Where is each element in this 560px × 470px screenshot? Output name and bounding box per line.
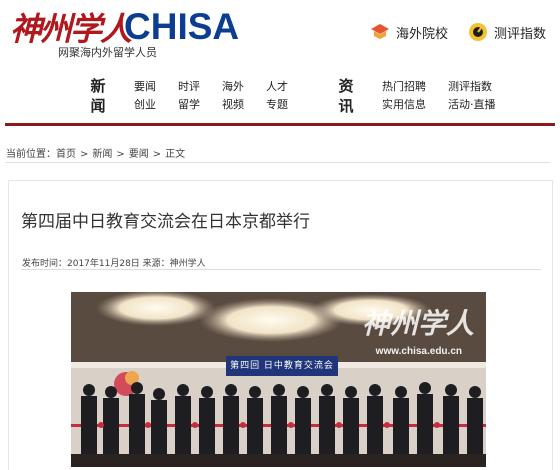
nav-item-headlines[interactable]: 要闻 bbox=[134, 78, 156, 94]
nav-group-title-info[interactable]: 资讯 bbox=[337, 76, 357, 116]
evaluation-index-icon bbox=[468, 23, 487, 41]
breadcrumb-prefix: 当前位置： bbox=[6, 149, 56, 160]
photo-watermark-url: www.chisa.edu.cn bbox=[375, 346, 462, 357]
article-photo[interactable]: 神州学人 www.chisa.edu.cn 第四回 日中教育交流会 bbox=[71, 292, 486, 467]
article-meta: 发布时间：2017年11月28日 来源：神州学人 bbox=[22, 259, 206, 269]
quick-links: 海外院校 测评指数 bbox=[370, 22, 546, 42]
overseas-school-icon bbox=[370, 24, 389, 39]
header-divider bbox=[5, 123, 555, 126]
article-title: 第四届中日教育交流会在日本京都举行 bbox=[21, 212, 310, 232]
quick-link-label: 海外院校 bbox=[395, 26, 448, 42]
nav-item-video[interactable]: 视频 bbox=[222, 96, 244, 112]
article-meta-divider bbox=[21, 269, 541, 270]
site-header: 神州学人 CHISA 网聚海内外留学人员 海外院校 测评指数 新闻 要闻 时评 … bbox=[0, 0, 560, 126]
nav-item-overseas[interactable]: 海外 bbox=[222, 78, 244, 94]
main-nav: 新闻 要闻 时评 海外 人才 创业 留学 视频 专题 资讯 热门招聘 测评指数 … bbox=[0, 76, 560, 118]
article-container: 第四届中日教育交流会在日本京都举行 发布时间：2017年11月28日 来源：神州… bbox=[8, 180, 553, 470]
breadcrumb-current: 正文 bbox=[165, 149, 186, 160]
site-tagline: 网聚海内外留学人员 bbox=[58, 46, 157, 59]
event-banner: 第四回 日中教育交流会 bbox=[226, 356, 338, 376]
site-logo-english[interactable]: CHISA bbox=[124, 6, 239, 48]
nav-item-events-live[interactable]: 活动·直播 bbox=[448, 96, 496, 112]
quick-link-evaluation-index[interactable]: 测评指数 bbox=[468, 22, 546, 42]
nav-group-title-news[interactable]: 新闻 bbox=[89, 76, 109, 116]
nav-item-practical-info[interactable]: 实用信息 bbox=[382, 96, 426, 112]
breadcrumb: 当前位置：首页 > 新闻 > 要闻 > 正文 bbox=[6, 145, 185, 160]
breadcrumb-separator: > bbox=[152, 149, 162, 160]
quick-link-overseas-schools[interactable]: 海外院校 bbox=[370, 22, 448, 42]
nav-item-special[interactable]: 专题 bbox=[266, 96, 288, 112]
breadcrumb-separator: > bbox=[80, 149, 89, 160]
breadcrumb-separator: > bbox=[116, 149, 125, 160]
breadcrumb-headlines[interactable]: 要闻 bbox=[129, 149, 149, 160]
breadcrumb-news[interactable]: 新闻 bbox=[92, 149, 112, 160]
nav-item-study-abroad[interactable]: 留学 bbox=[178, 96, 200, 112]
nav-item-commentary[interactable]: 时评 bbox=[178, 78, 200, 94]
nav-item-jobs[interactable]: 热门招聘 bbox=[382, 78, 426, 94]
quick-link-label: 测评指数 bbox=[493, 26, 546, 42]
breadcrumb-divider bbox=[5, 162, 550, 163]
photo-watermark-logo: 神州学人 bbox=[361, 307, 474, 340]
nav-item-talent[interactable]: 人才 bbox=[266, 78, 288, 94]
nav-item-evaluation[interactable]: 测评指数 bbox=[448, 78, 492, 94]
breadcrumb-home[interactable]: 首页 bbox=[56, 149, 76, 160]
nav-item-startup[interactable]: 创业 bbox=[134, 96, 156, 112]
